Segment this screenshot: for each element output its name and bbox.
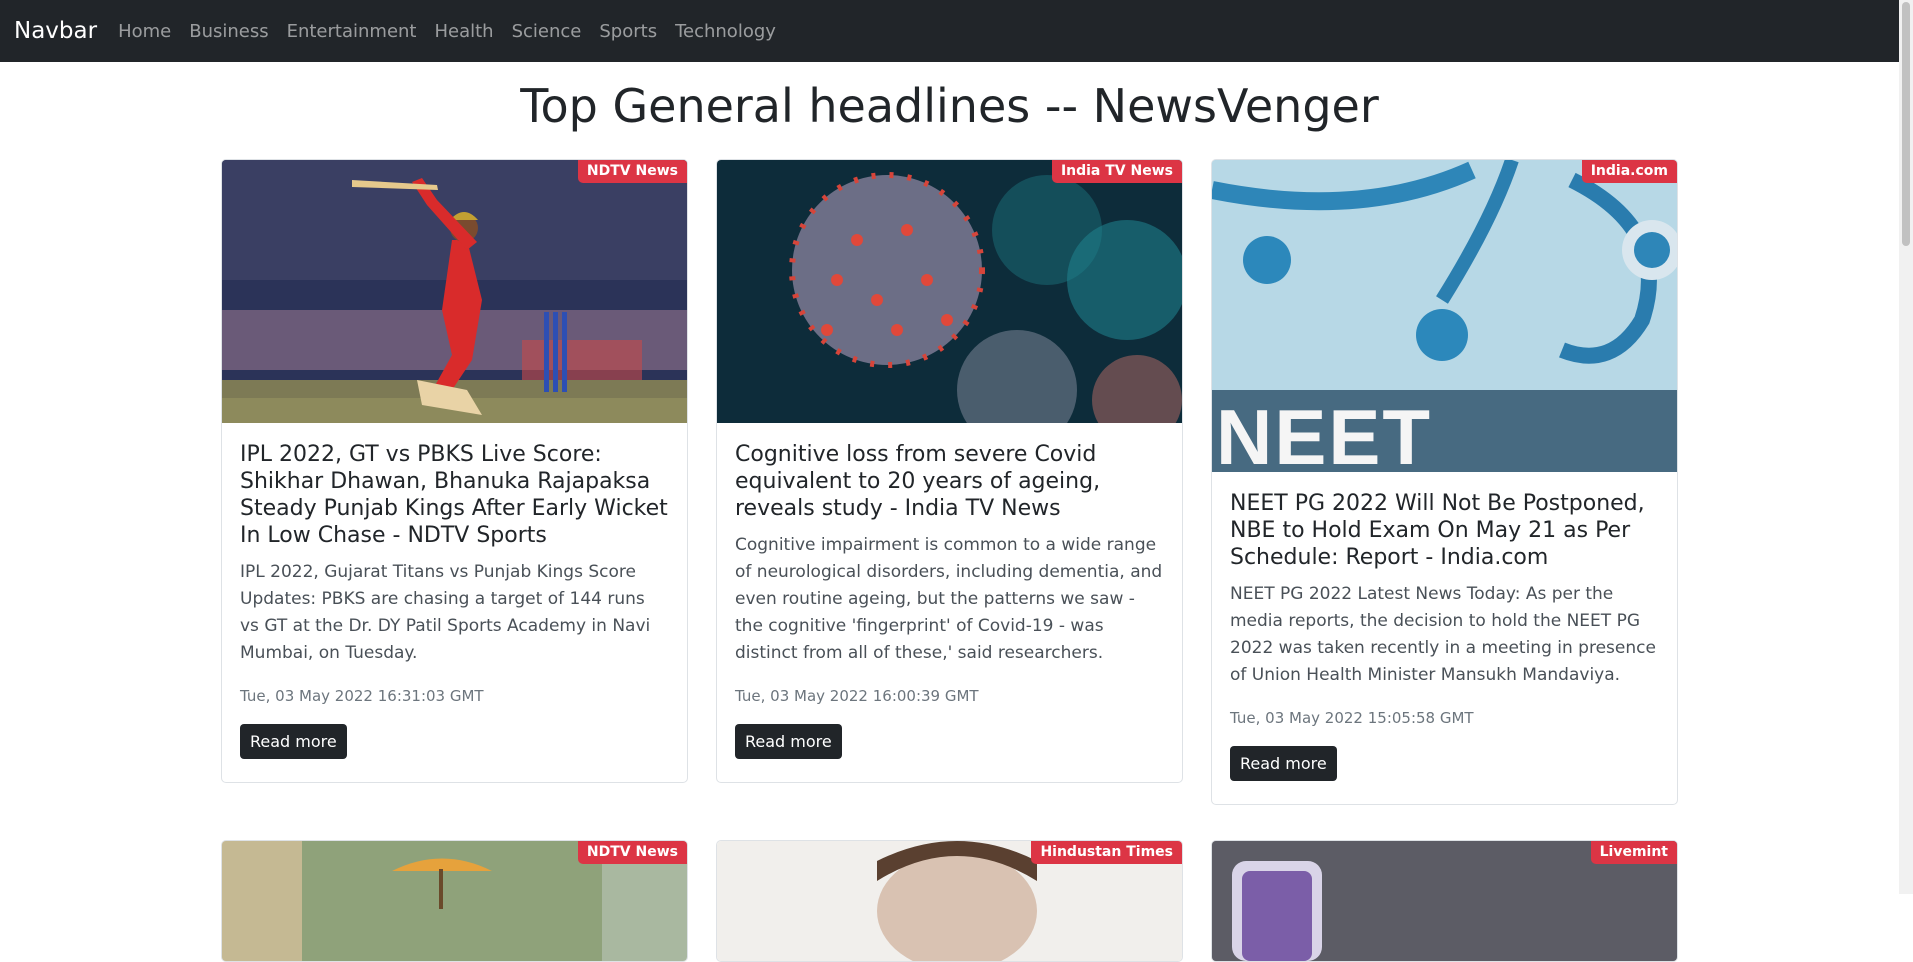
read-more-button[interactable]: Read more xyxy=(1230,746,1337,781)
navbar: Navbar Home Business Entertainment Healt… xyxy=(0,0,1899,62)
scrollbar-thumb[interactable] xyxy=(1902,2,1910,246)
news-card: Livemint xyxy=(1211,840,1678,962)
news-card: Hindustan Times xyxy=(716,840,1183,962)
nav-link-home[interactable]: Home xyxy=(109,21,180,42)
page-title: Top General headlines -- NewsVenger xyxy=(520,79,1379,133)
page-scrollbar[interactable] xyxy=(1899,0,1913,894)
article-title[interactable]: Cognitive loss from severe Covid equival… xyxy=(735,441,1164,522)
source-badge: Livemint xyxy=(1590,841,1677,864)
nav-link-health[interactable]: Health xyxy=(425,21,502,42)
source-badge: Hindustan Times xyxy=(1031,841,1182,864)
article-date: Tue, 03 May 2022 16:00:39 GMT xyxy=(735,687,979,705)
covid-virus-photo xyxy=(717,160,1182,423)
news-card: NDTV News xyxy=(221,840,688,962)
nav-link-entertainment[interactable]: Entertainment xyxy=(278,21,426,42)
article-date: Tue, 03 May 2022 15:05:58 GMT xyxy=(1230,709,1474,727)
navbar-brand[interactable]: Navbar xyxy=(14,18,97,44)
news-card-image: Livemint xyxy=(1212,841,1677,961)
news-card: India.com NEET NEET PG 2022 Will Not Be … xyxy=(1211,159,1678,805)
article-title[interactable]: IPL 2022, GT vs PBKS Live Score: Shikhar… xyxy=(240,441,669,549)
neet-image-text: NEET xyxy=(1216,393,1433,472)
news-card-image: NDTV News xyxy=(222,160,687,423)
article-description: NEET PG 2022 Latest News Today: As per t… xyxy=(1230,584,1656,685)
nav-link-sports[interactable]: Sports xyxy=(590,21,666,42)
source-badge: India TV News xyxy=(1051,160,1182,183)
source-badge: NDTV News xyxy=(577,841,687,864)
article-date: Tue, 03 May 2022 16:31:03 GMT xyxy=(240,687,484,705)
article-title[interactable]: NEET PG 2022 Will Not Be Postponed, NBE … xyxy=(1230,490,1659,571)
news-card-image: NDTV News xyxy=(222,841,687,961)
source-badge: NDTV News xyxy=(577,160,687,183)
read-more-button[interactable]: Read more xyxy=(240,724,347,759)
nav-link-science[interactable]: Science xyxy=(503,21,591,42)
nav-link-technology[interactable]: Technology xyxy=(666,21,785,42)
article-description: IPL 2022, Gujarat Titans vs Punjab Kings… xyxy=(240,562,651,663)
nav-link-business[interactable]: Business xyxy=(180,21,277,42)
source-badge: India.com xyxy=(1581,160,1677,183)
news-card: India TV News Cognitive loss from severe… xyxy=(716,159,1183,783)
news-card-image: India.com NEET xyxy=(1212,160,1677,472)
article-description: Cognitive impairment is common to a wide… xyxy=(735,535,1163,663)
news-card: NDTV News IPL 2022, GT vs PBKS Live Scor… xyxy=(221,159,688,783)
news-card-image: India TV News xyxy=(717,160,1182,423)
cricket-photo xyxy=(222,160,687,423)
news-card-image: Hindustan Times xyxy=(717,841,1182,961)
read-more-button[interactable]: Read more xyxy=(735,724,842,759)
